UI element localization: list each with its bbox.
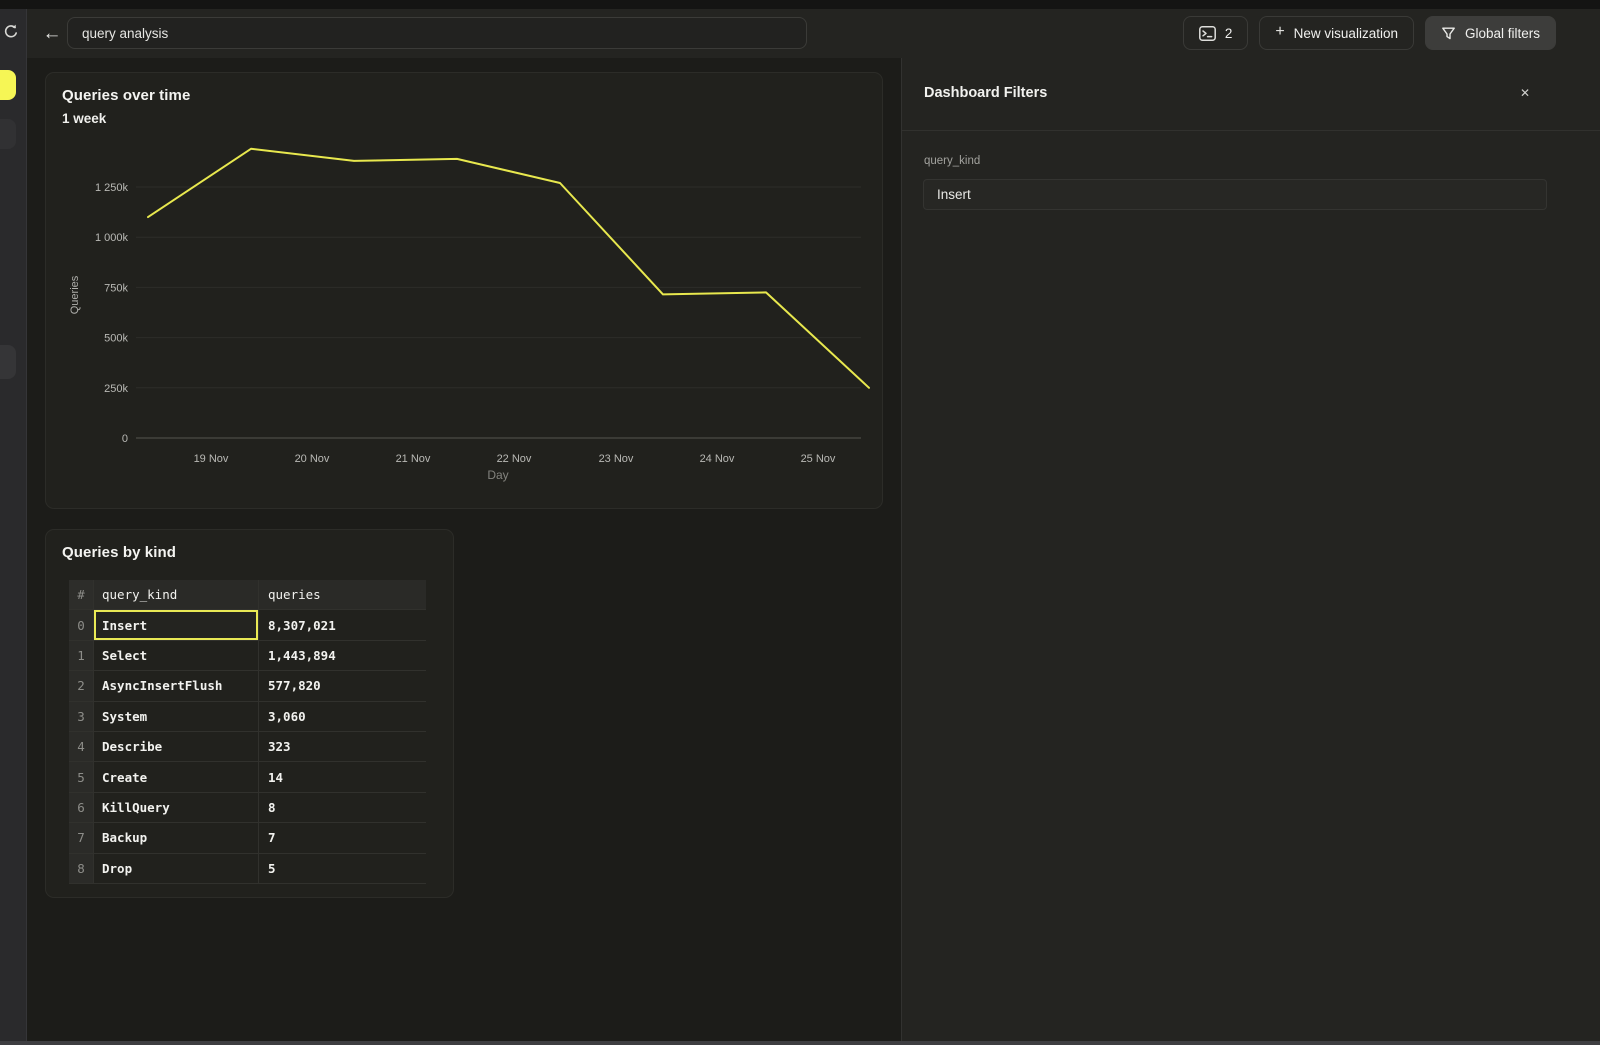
queries-over-time-card: Queries over time 1 week 0250k500k750k1 … [45,72,883,509]
sidebar-item[interactable] [0,119,16,149]
topbar-actions: 2 + New visualization Global filters [1183,16,1556,50]
back-arrow-icon: ← [43,23,62,45]
x-tick-label: 21 Nov [396,453,431,465]
x-tick-label: 19 Nov [194,453,229,465]
app-sidebar [0,9,27,1045]
column-header-index: # [69,580,94,610]
row-index: 1 [69,641,94,671]
window-bottom-edge [0,1041,1600,1045]
row-index: 6 [69,793,94,823]
dashboard-canvas: Queries over time 1 week 0250k500k750k1 … [27,58,901,1045]
cell-queries[interactable]: 7 [259,823,426,853]
topbar: ← 2 + New visualization Global filters [27,9,1600,58]
funnel-icon [1441,26,1456,41]
x-tick-label: 24 Nov [700,453,735,465]
x-tick-label: 25 Nov [801,453,836,465]
queries-by-kind-card: Queries by kind #query_kindqueries 0Inser… [45,529,454,898]
dashboard-title-input[interactable] [67,17,807,49]
cell-query-kind[interactable]: Select [94,641,259,671]
cell-query-kind[interactable]: Insert [94,610,259,640]
back-button[interactable]: ← [39,21,65,47]
panel-divider [902,130,1600,131]
sidebar-item[interactable] [0,345,16,379]
row-index: 4 [69,732,94,762]
cell-queries[interactable]: 1,443,894 [259,641,426,671]
refresh-icon[interactable] [1,22,21,47]
window-title-strip [0,0,1600,9]
cell-query-kind[interactable]: Drop [94,854,259,884]
cell-queries[interactable]: 577,820 [259,671,426,701]
query-tabs-count: 2 [1225,26,1233,41]
cell-queries[interactable]: 3,060 [259,702,426,732]
new-visualization-label: New visualization [1294,26,1398,41]
close-icon: ✕ [1520,86,1530,100]
cell-queries[interactable]: 14 [259,762,426,792]
row-index: 5 [69,762,94,792]
cell-queries[interactable]: 323 [259,732,426,762]
table-title: Queries by kind [62,544,176,561]
y-tick-label: 750k [104,282,128,294]
cell-query-kind[interactable]: System [94,702,259,732]
x-axis-title: Day [487,468,508,482]
cell-query-kind[interactable]: KillQuery [94,793,259,823]
column-header-queries: queries [259,580,426,610]
query-kind-filter-input[interactable] [923,179,1547,210]
global-filters-button[interactable]: Global filters [1425,16,1556,50]
y-tick-label: 0 [122,433,128,445]
cell-queries[interactable]: 5 [259,854,426,884]
filter-field-label: query_kind [924,155,980,167]
dashboard-filters-panel: Dashboard Filters ✕ query_kind [901,58,1600,1045]
y-tick-label: 500k [104,333,128,345]
queries-by-kind-table: #query_kindqueries 0Insert8,307,021 1Selec… [69,580,426,884]
cell-queries[interactable]: 8,307,021 [259,610,426,640]
query-tabs-button[interactable]: 2 [1183,16,1249,50]
filters-panel-title: Dashboard Filters [924,85,1047,101]
chart-line [148,149,869,388]
cell-query-kind[interactable]: Create [94,762,259,792]
row-index: 7 [69,823,94,853]
close-panel-button[interactable]: ✕ [1516,84,1534,102]
x-tick-label: 20 Nov [295,453,330,465]
cell-query-kind[interactable]: Backup [94,823,259,853]
plus-icon: + [1275,23,1284,41]
x-tick-label: 23 Nov [599,453,634,465]
column-header-query-kind: query_kind [94,580,259,610]
cell-query-kind[interactable]: Describe [94,732,259,762]
row-index: 8 [69,854,94,884]
global-filters-label: Global filters [1465,26,1540,41]
y-axis-title: Queries [69,275,81,314]
terminal-icon [1199,26,1216,41]
cell-queries[interactable]: 8 [259,793,426,823]
queries-line-chart[interactable]: 0 250k 500k 750k 1 000k 1 250k 19 Nov 20 Nov 21 … [46,73,884,510]
row-index: 2 [69,671,94,701]
cell-query-kind[interactable]: AsyncInsertFlush [94,671,259,701]
y-tick-label: 1 000k [95,232,129,244]
new-visualization-button[interactable]: + New visualization [1259,16,1414,50]
x-tick-label: 22 Nov [497,453,532,465]
sidebar-item-dashboards-active[interactable] [0,70,16,100]
row-index: 3 [69,702,94,732]
row-index: 0 [69,610,94,640]
y-tick-label: 1 250k [95,182,129,194]
y-tick-label: 250k [104,383,128,395]
